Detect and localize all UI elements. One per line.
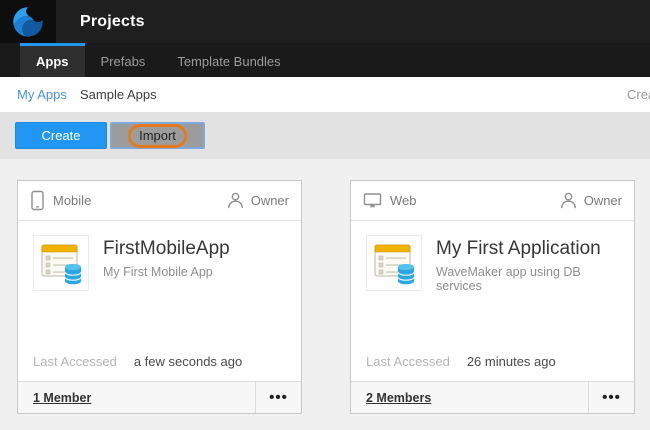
last-accessed-row: Last Accessed a few seconds ago — [18, 354, 301, 381]
app-subtitle: My First Mobile App — [103, 265, 230, 279]
tab-prefabs[interactable]: Prefabs — [85, 43, 162, 77]
more-options-icon[interactable]: ••• — [255, 382, 301, 413]
database-icon — [398, 264, 414, 284]
import-button[interactable]: Import — [110, 122, 205, 149]
app-text: FirstMobileApp My First Mobile App — [103, 235, 230, 291]
project-card-myfirstapplication[interactable]: Web Owner — [350, 180, 635, 414]
last-accessed-label: Last Accessed — [33, 354, 117, 369]
subnav-create-link[interactable]: Create — [627, 77, 650, 112]
members-link[interactable]: 2 Members — [351, 382, 588, 413]
last-accessed-value: a few seconds ago — [134, 354, 242, 369]
mobile-icon — [30, 190, 45, 211]
app-icon — [33, 235, 89, 291]
page-title: Projects — [80, 0, 145, 43]
tab-template-bundles[interactable]: Template Bundles — [161, 43, 296, 77]
project-card-firstmobileapp[interactable]: Mobile Owner — [17, 180, 302, 414]
web-icon — [363, 192, 382, 209]
wavemaker-logo[interactable] — [0, 0, 56, 43]
card-header: Mobile Owner — [18, 181, 301, 221]
last-accessed-value: 26 minutes ago — [467, 354, 556, 369]
members-link[interactable]: 1 Member — [18, 382, 255, 413]
import-highlight-annotation: Import — [128, 124, 187, 148]
import-button-label: Import — [139, 128, 176, 143]
owner-label: Owner — [584, 193, 622, 208]
main-tabs: Apps Prefabs Template Bundles — [0, 43, 650, 77]
platform-label: Mobile — [53, 193, 91, 208]
wavemaker-logo-icon — [12, 6, 44, 38]
platform-label: Web — [390, 193, 417, 208]
last-accessed-row: Last Accessed 26 minutes ago — [351, 354, 634, 381]
card-header: Web Owner — [351, 181, 634, 221]
projects-page: Projects Apps Prefabs Template Bundles M… — [0, 0, 650, 430]
tab-apps[interactable]: Apps — [20, 43, 85, 77]
app-icon — [366, 235, 422, 291]
owner-icon — [227, 192, 244, 209]
card-body: My First Application WaveMaker app using… — [351, 221, 634, 293]
card-footer: 1 Member ••• — [18, 381, 301, 413]
app-text: My First Application WaveMaker app using… — [436, 235, 619, 293]
subnav-sample-apps[interactable]: Sample Apps — [80, 77, 157, 112]
owner-icon — [560, 192, 577, 209]
app-subtitle: WaveMaker app using DB services — [436, 265, 619, 293]
last-accessed-label: Last Accessed — [366, 354, 450, 369]
subnav-my-apps[interactable]: My Apps — [17, 77, 67, 112]
database-icon — [65, 264, 81, 284]
owner-label: Owner — [251, 193, 289, 208]
create-button[interactable]: Create — [15, 122, 107, 149]
card-footer: 2 Members ••• — [351, 381, 634, 413]
more-options-icon[interactable]: ••• — [588, 382, 634, 413]
app-title: My First Application — [436, 238, 619, 260]
app-title: FirstMobileApp — [103, 238, 230, 260]
app-header: Projects — [0, 0, 650, 43]
sub-nav: My Apps Sample Apps Create — [0, 77, 650, 112]
actions-toolbar: Create Import — [0, 112, 650, 159]
card-body: FirstMobileApp My First Mobile App — [18, 221, 301, 291]
